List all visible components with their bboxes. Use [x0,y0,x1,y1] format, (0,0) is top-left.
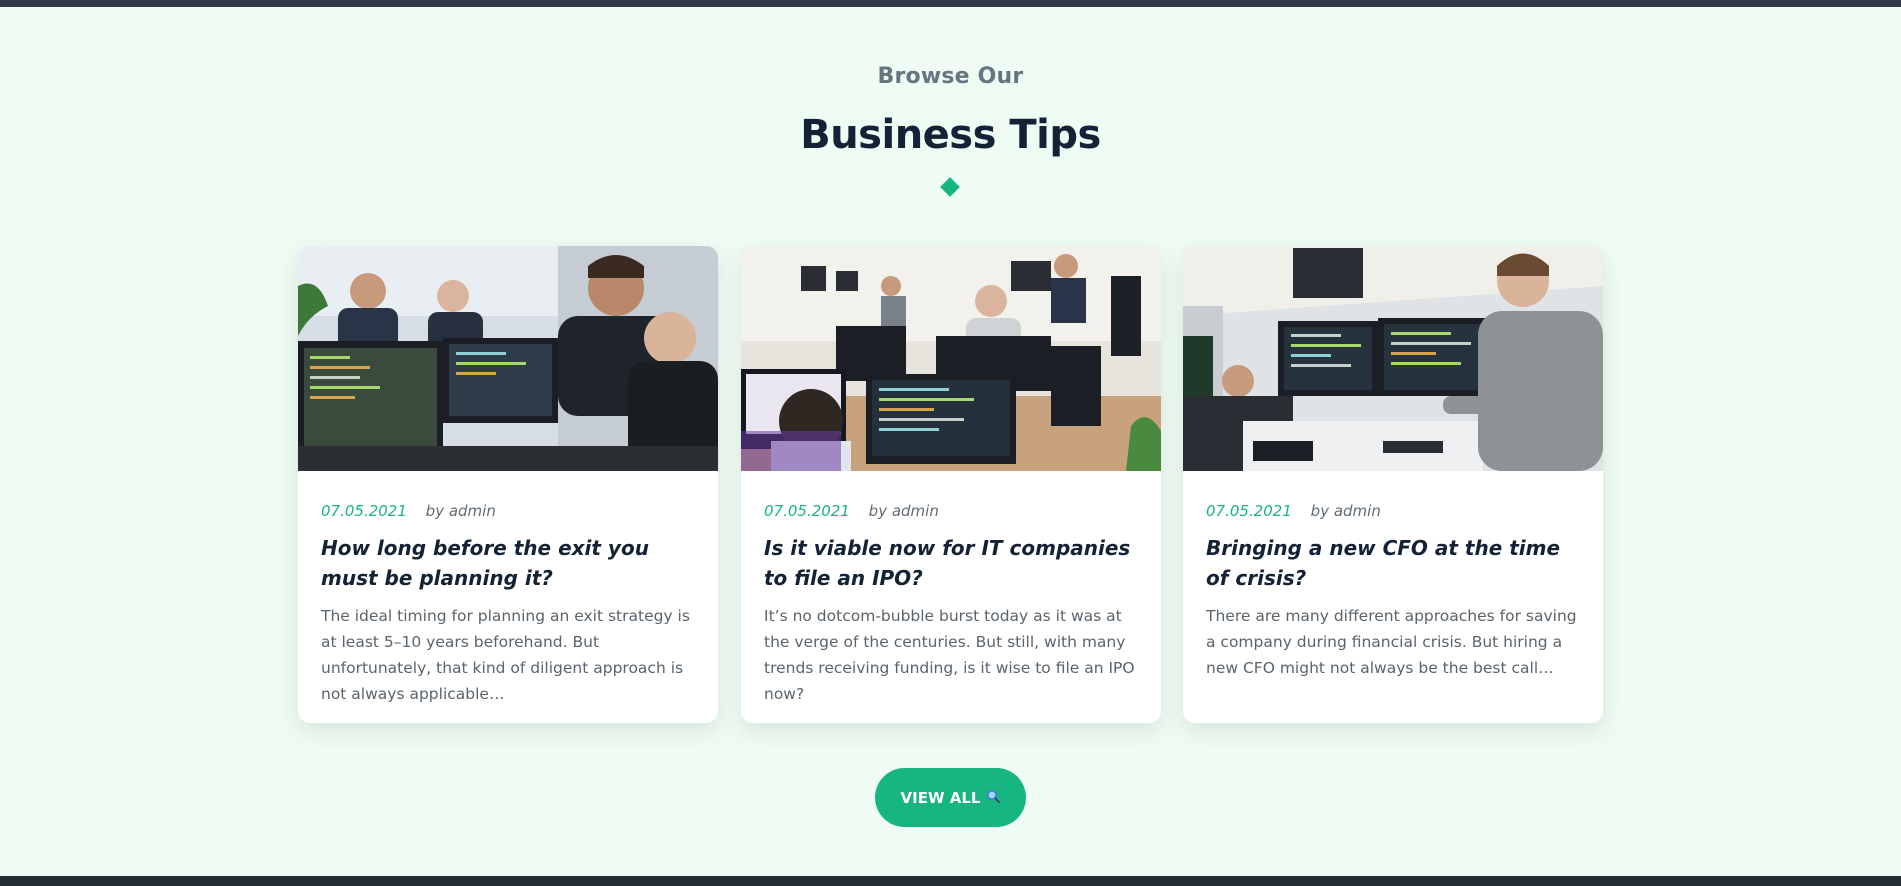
post-title[interactable]: Bringing a new CFO at the time of crisis… [1206,533,1580,593]
post-excerpt: The ideal timing for planning an exit st… [321,607,690,703]
post-meta: 07.05.2021 by admin [1206,501,1580,521]
office-photo-2 [741,246,1161,471]
post-meta: 07.05.2021 by admin [321,501,695,521]
footer-bar [0,876,1901,886]
post-excerpt: It’s no dotcom-bubble burst today as it … [764,607,1135,703]
post-author[interactable]: by admin [426,502,496,520]
view-all-label: VIEW ALL [900,788,981,807]
magnifier-icon [986,789,1001,807]
section-title: Business Tips [800,112,1101,158]
post-image[interactable] [741,246,1161,471]
post-author[interactable]: by admin [869,502,939,520]
post-card[interactable]: 07.05.2021 by admin Is it viable now for… [741,246,1161,723]
post-date[interactable]: 07.05.2021 [764,502,850,520]
top-bar [0,0,1901,7]
post-card[interactable]: 07.05.2021 by admin How long before the … [298,246,718,723]
office-photo-1 [298,246,718,471]
post-excerpt: There are many different approaches for … [1206,607,1577,677]
post-date[interactable]: 07.05.2021 [1206,502,1292,520]
post-meta: 07.05.2021 by admin [764,501,1138,521]
diamond-divider-icon [940,177,960,197]
post-image[interactable] [1183,246,1603,471]
post-title[interactable]: Is it viable now for IT companies to fil… [764,533,1138,593]
section-eyebrow: Browse Our [877,64,1024,89]
view-all-button[interactable]: VIEW ALL [875,768,1026,827]
post-card[interactable]: 07.05.2021 by admin Bringing a new CFO a… [1183,246,1603,723]
office-photo-3 [1183,246,1603,471]
post-date[interactable]: 07.05.2021 [321,502,407,520]
post-author[interactable]: by admin [1311,502,1381,520]
post-title[interactable]: How long before the exit you must be pla… [321,533,695,593]
post-image[interactable] [298,246,718,471]
